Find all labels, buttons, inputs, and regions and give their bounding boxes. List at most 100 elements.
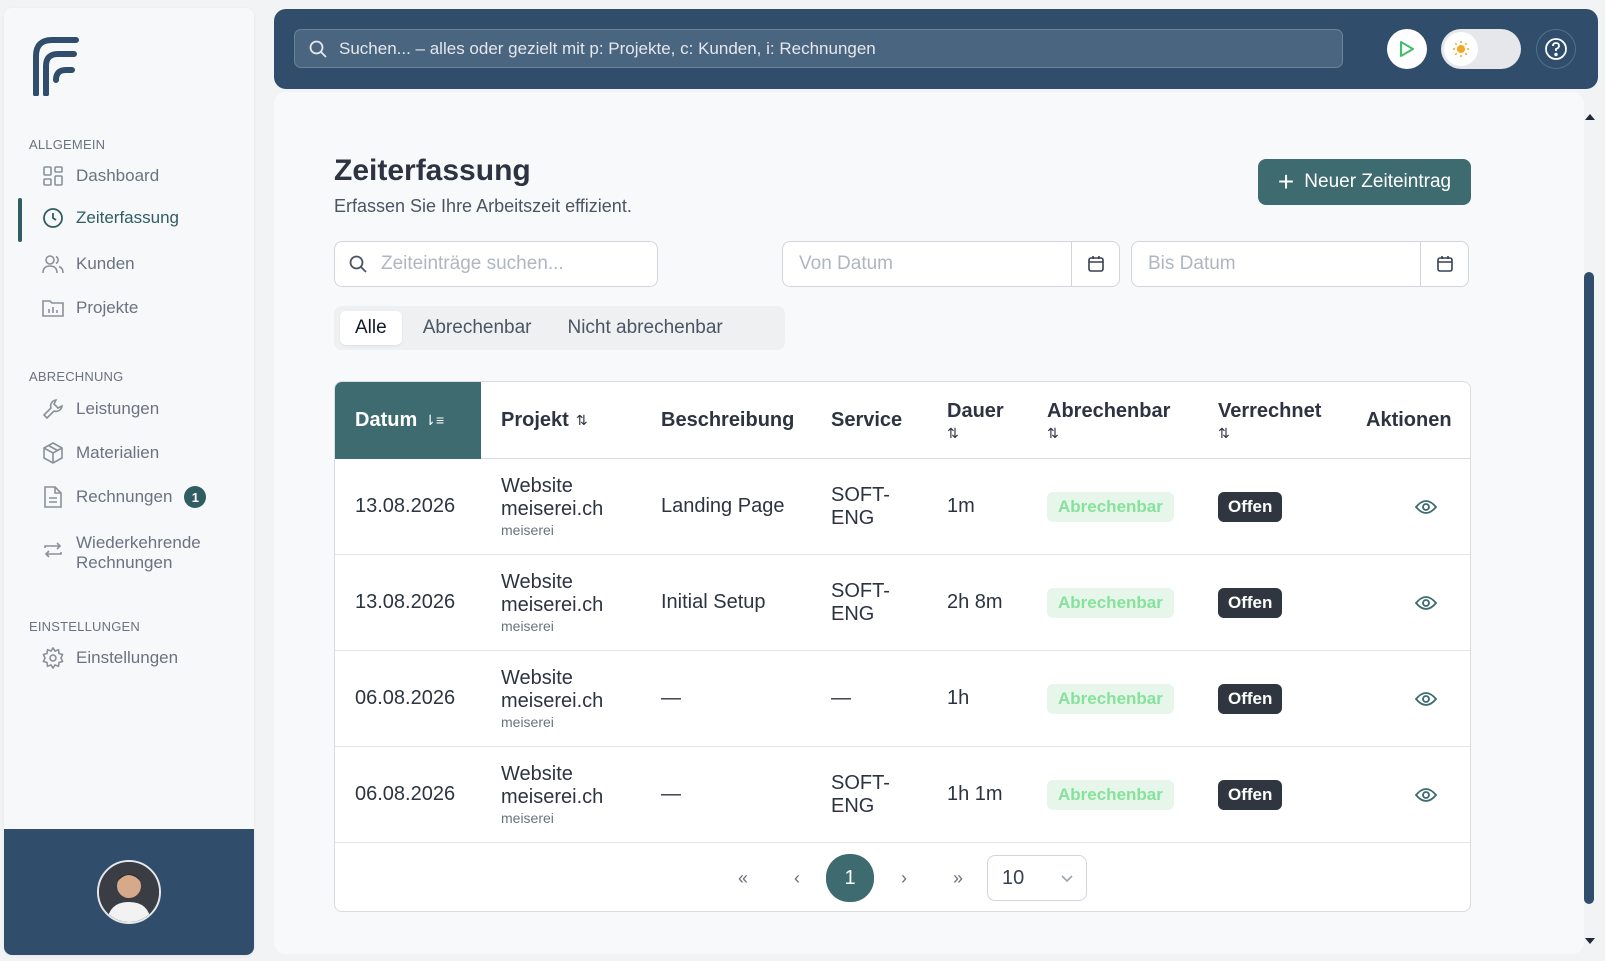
cell-duration: 1m (947, 495, 975, 517)
cell-project: Website meiserei.ch meiserei (501, 747, 603, 842)
sidebar-item-label: Leistungen (76, 399, 160, 418)
theme-toggle-knob (1444, 32, 1478, 66)
sort-icon: ⇅ (575, 412, 588, 428)
view-entry-button[interactable] (1415, 747, 1437, 842)
next-page-button[interactable]: › (881, 855, 927, 901)
sidebar-item-wiederkehrende-rechnungen[interactable]: Wiederkehrende Rechnungen (18, 527, 238, 579)
from-date-input[interactable] (799, 253, 1059, 275)
service-line1: SOFT- (831, 483, 890, 506)
main-content: Zeiterfassung Erfassen Sie Ihre Arbeitsz… (274, 92, 1584, 954)
cell-service: SOFT- ENG (831, 459, 911, 554)
project-client: meiserei (501, 713, 554, 730)
tab-abrechenbar[interactable]: Abrechenbar (408, 311, 547, 345)
entry-search-input[interactable] (381, 253, 631, 275)
scroll-up-arrow[interactable] (1583, 112, 1597, 122)
sort-icon: ⇅ (1218, 424, 1230, 441)
prev-page-button[interactable]: ‹ (774, 855, 820, 901)
table-row[interactable]: 13.08.2026 Website meiserei.ch meiserei … (335, 459, 1470, 555)
global-search[interactable] (294, 29, 1343, 68)
table-row[interactable]: 06.08.2026 Website meiserei.ch meiserei … (335, 747, 1470, 843)
page-size-value: 10 (1002, 866, 1025, 889)
current-page-button[interactable]: 1 (826, 854, 874, 902)
global-search-input[interactable] (339, 38, 1339, 59)
nav-section-einstellungen: EINSTELLUNGEN (29, 619, 140, 634)
cell-duration: 2h 8m (947, 591, 1003, 613)
wrench-icon (42, 398, 64, 420)
new-time-entry-button[interactable]: + Neuer Zeiteintrag (1258, 159, 1471, 205)
sidebar-item-kunden[interactable]: Kunden (18, 244, 238, 284)
grid-icon (42, 165, 64, 187)
page-size-select[interactable]: 10 (987, 855, 1087, 901)
from-date-field[interactable] (782, 241, 1120, 287)
cell-service: SOFT- ENG (831, 747, 911, 842)
project-name-line1: Website (501, 570, 573, 593)
sidebar-item-label: Projekte (76, 298, 139, 317)
to-date-field[interactable] (1131, 241, 1469, 287)
avatar[interactable] (97, 860, 161, 924)
view-entry-button[interactable] (1415, 555, 1437, 650)
column-header-beschreibung: Beschreibung (661, 382, 794, 459)
tab-alle[interactable]: Alle (340, 311, 402, 345)
file-text-icon (42, 486, 64, 508)
from-date-picker-button[interactable] (1071, 242, 1119, 286)
table-row[interactable]: 06.08.2026 Website meiserei.ch meiserei … (335, 651, 1470, 747)
cell-duration: 1h 1m (947, 783, 1003, 805)
calendar-icon (1436, 256, 1453, 272)
column-header-label: Beschreibung (661, 409, 795, 431)
nav-section-allgemein: ALLGEMEIN (29, 137, 106, 152)
new-time-entry-label: Neuer Zeiteintrag (1304, 171, 1452, 192)
cell-description: Landing Page (661, 495, 785, 517)
project-name-line1: Website (501, 474, 573, 497)
tab-nicht-abrechenbar[interactable]: Nicht abrechenbar (552, 311, 737, 345)
app-logo[interactable] (30, 34, 80, 96)
table-row[interactable]: 13.08.2026 Website meiserei.ch meiserei … (335, 555, 1470, 651)
nav-section-abrechnung: ABRECHNUNG (29, 369, 124, 384)
sidebar-item-rechnungen[interactable]: Rechnungen 1 (18, 477, 238, 517)
table-header: Datum ⇂≡ Projekt ⇅ Beschreibung Service … (335, 382, 1470, 459)
theme-toggle[interactable] (1441, 29, 1521, 69)
billable-badge: Abrechenbar (1047, 587, 1174, 618)
gear-icon (42, 647, 64, 669)
cell-date: 13.08.2026 (355, 495, 456, 517)
service-line1: — (831, 687, 851, 709)
column-header-dauer[interactable]: Dauer ⇅ (947, 382, 1004, 459)
start-timer-button[interactable] (1387, 29, 1427, 69)
column-header-datum[interactable]: Datum ⇂≡ (335, 382, 481, 459)
sun-icon (1453, 41, 1469, 57)
sidebar-item-label: Rechnungen (76, 487, 173, 506)
sidebar-item-projekte[interactable]: Projekte (18, 288, 238, 328)
topbar (274, 9, 1598, 89)
sidebar-item-label: Wiederkehrende Rechnungen (76, 533, 201, 573)
clock-icon (42, 207, 64, 229)
project-client: meiserei (501, 617, 554, 634)
column-header-label: Dauer (947, 399, 1004, 422)
sidebar-item-dashboard[interactable]: Dashboard (18, 156, 238, 196)
entry-search[interactable] (334, 241, 658, 287)
sort-desc-icon: ⇂≡ (424, 412, 445, 428)
sidebar-item-einstellungen[interactable]: Einstellungen (18, 638, 238, 678)
project-name-line2: meiserei.ch (501, 785, 604, 808)
scroll-down-arrow[interactable] (1583, 936, 1597, 946)
time-entries-table: Datum ⇂≡ Projekt ⇅ Beschreibung Service … (334, 381, 1471, 912)
column-header-abrechenbar[interactable]: Abrechenbar ⇅ (1047, 382, 1170, 459)
column-header-label: Datum (355, 409, 418, 431)
sidebar-item-zeiterfassung[interactable]: Zeiterfassung (18, 198, 238, 242)
to-date-input[interactable] (1148, 253, 1408, 275)
billed-status-badge: Offen (1218, 587, 1283, 618)
column-header-projekt[interactable]: Projekt ⇅ (501, 382, 588, 459)
first-page-button[interactable]: « (720, 855, 766, 901)
view-entry-button[interactable] (1415, 459, 1437, 554)
sidebar-item-leistungen[interactable]: Leistungen (18, 389, 238, 429)
view-entry-button[interactable] (1415, 651, 1437, 746)
help-button[interactable] (1536, 29, 1576, 69)
column-header-verrechnet[interactable]: Verrechnet ⇅ (1218, 382, 1321, 459)
to-date-picker-button[interactable] (1420, 242, 1468, 286)
cell-date: 06.08.2026 (355, 687, 456, 709)
folder-chart-icon (42, 297, 64, 319)
last-page-button[interactable]: » (935, 855, 981, 901)
billed-status-badge: Offen (1218, 683, 1283, 714)
billable-badge: Abrechenbar (1047, 491, 1174, 522)
package-icon (42, 442, 64, 464)
sidebar-item-materialien[interactable]: Materialien (18, 433, 238, 473)
scrollbar-thumb[interactable] (1584, 272, 1594, 904)
